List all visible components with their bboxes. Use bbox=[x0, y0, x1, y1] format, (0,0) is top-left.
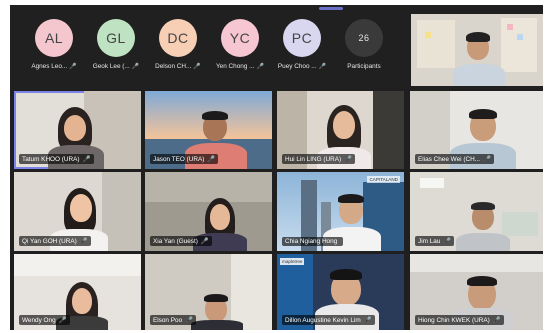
mapletree-text: mapletree bbox=[280, 258, 305, 265]
drag-handle[interactable] bbox=[319, 7, 343, 10]
participant-name: Hui Lin LING (URA) bbox=[285, 156, 342, 163]
mic-icon: 🎤 bbox=[82, 156, 91, 163]
mic-icon: 🎤 bbox=[193, 64, 201, 70]
participant-name: Chia Ngiang Hong bbox=[285, 238, 338, 245]
video-tile[interactable]: Jim Lau 🎤 bbox=[410, 172, 543, 251]
mic-icon: 🎤 bbox=[69, 64, 77, 70]
mic-icon: 🎤 bbox=[363, 317, 372, 324]
video-tile[interactable]: Elias Chee Wei (CH... 🎤 bbox=[410, 91, 543, 169]
participant-name: Geok Lee (... bbox=[92, 63, 130, 70]
video-tile[interactable]: Xia Yan (Guest) 🎤 bbox=[145, 172, 272, 251]
mic-icon: 🎤 bbox=[483, 156, 491, 163]
avatar: GL bbox=[97, 19, 135, 57]
participant-name: Elias Chee Wei (CH... bbox=[418, 156, 481, 163]
mic-icon: 🎤 bbox=[443, 238, 452, 245]
participant-avatar-pc[interactable]: PC Puey Choo ... 🎤 bbox=[270, 19, 334, 85]
participant-name: Qi Yan GOH (URA) bbox=[22, 238, 77, 245]
avatar: YC bbox=[221, 19, 259, 57]
video-tile[interactable]: Tatum KHOO (URA) 🎤 bbox=[14, 91, 141, 169]
participant-name: Puey Choo ... bbox=[277, 63, 317, 70]
mic-icon: 🎤 bbox=[318, 64, 327, 70]
video-tile[interactable]: Elson Poo 🎤 bbox=[145, 254, 272, 330]
pinned-video-tile[interactable] bbox=[411, 14, 543, 86]
participant-name: Hiong Chin KWEK (URA) bbox=[418, 317, 490, 324]
mic-icon: 🎤 bbox=[207, 156, 216, 163]
avatar: PC bbox=[283, 19, 321, 57]
participant-name: Jim Lau bbox=[418, 238, 441, 245]
video-tile[interactable]: Qi Yan GOH (URA) 🎤 bbox=[14, 172, 141, 251]
participant-name: Tatum KHOO (URA) bbox=[22, 156, 80, 163]
capitaland-text: CAPITALAND bbox=[367, 176, 400, 183]
video-tile[interactable]: Jason TEO (URA) 🎤 bbox=[145, 91, 272, 169]
participants-label: Participants bbox=[347, 63, 381, 70]
mic-icon: 🎤 bbox=[200, 238, 209, 245]
participant-avatar-yc[interactable]: YC Yen Chong ... 🎤 bbox=[208, 19, 272, 85]
avatar: AL bbox=[35, 19, 73, 57]
mic-icon: 🎤 bbox=[79, 238, 88, 245]
participant-name: Dillon Augustine Kevin Lim bbox=[285, 317, 361, 324]
participants-button[interactable]: 26 Participants bbox=[332, 19, 396, 85]
video-tile[interactable]: mapletree Dillon Augustine Kevin Lim 🎤 bbox=[277, 254, 404, 330]
video-tile[interactable]: CAPITALAND Chia Ngiang Hong bbox=[277, 172, 404, 251]
participant-name: Yen Chong ... bbox=[216, 63, 255, 70]
video-tile[interactable]: Hiong Chin KWEK (URA) 🎤 bbox=[410, 254, 543, 330]
participant-avatar-dc[interactable]: DC Delson CH... 🎤 bbox=[146, 19, 210, 85]
participant-name: Wendy Ong bbox=[22, 317, 56, 324]
participant-strip: AL Agnes Leo... 🎤 GL Geok Lee (... 🎤 DC De… bbox=[10, 5, 543, 89]
participant-name: Agnes Leo... bbox=[31, 63, 68, 70]
video-tile[interactable]: Hui Lin LING (URA) 🎤 bbox=[277, 91, 404, 169]
meeting-stage: AL Agnes Leo... 🎤 GL Geok Lee (... 🎤 DC De… bbox=[10, 5, 543, 330]
participant-count: 26 bbox=[345, 19, 383, 57]
mic-icon: 🎤 bbox=[492, 317, 501, 324]
avatar: DC bbox=[159, 19, 197, 57]
mic-icon: 🎤 bbox=[185, 317, 194, 324]
participant-name: Elson Poo bbox=[153, 317, 183, 324]
participant-name: Xia Yan (Guest) bbox=[153, 238, 198, 245]
mic-icon: 🎤 bbox=[344, 156, 353, 163]
mic-icon: 🎤 bbox=[256, 64, 264, 70]
video-tile[interactable]: Wendy Ong 🎤 bbox=[14, 254, 141, 330]
mic-icon: 🎤 bbox=[58, 317, 67, 324]
participant-name: Jason TEO (URA) bbox=[153, 156, 205, 163]
participant-avatar-al[interactable]: AL Agnes Leo... 🎤 bbox=[22, 19, 86, 85]
participant-avatar-gl[interactable]: GL Geok Lee (... 🎤 bbox=[84, 19, 148, 85]
participant-name: Delson CH... bbox=[155, 63, 192, 70]
mic-icon: 🎤 bbox=[131, 64, 140, 70]
